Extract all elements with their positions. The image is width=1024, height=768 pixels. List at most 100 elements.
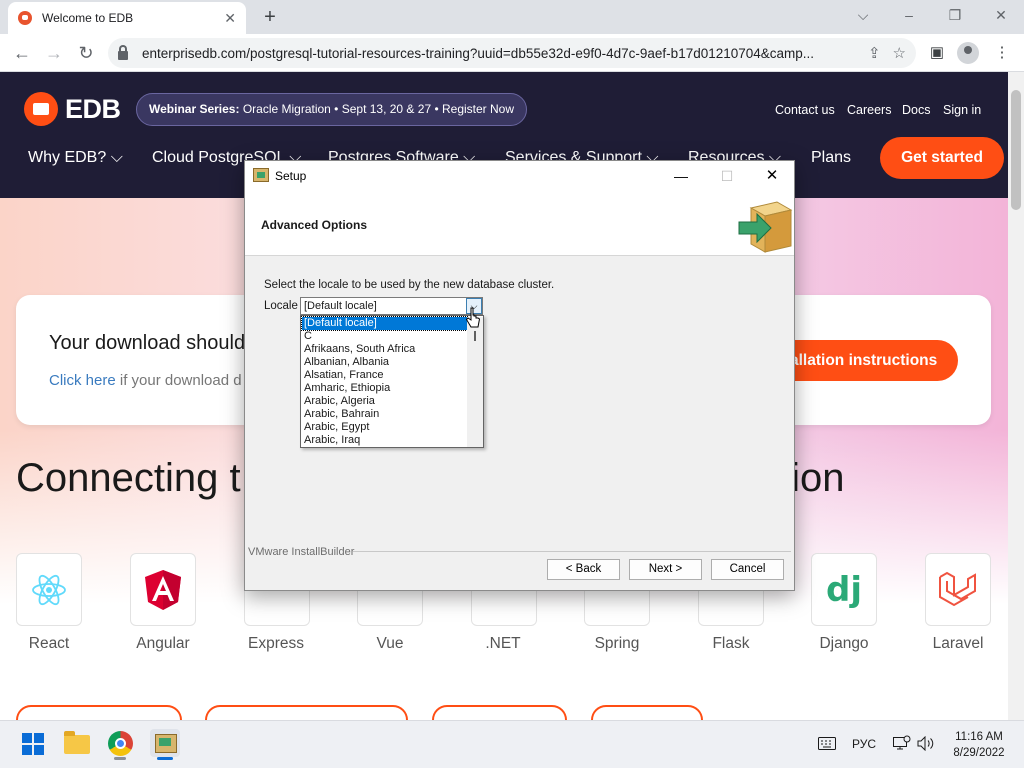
- locale-dropdown-list[interactable]: [Default locale] C Afrikaans, South Afri…: [300, 315, 484, 448]
- share-icon[interactable]: ⇪: [868, 44, 881, 62]
- window-restore-button[interactable]: ❐: [940, 4, 970, 26]
- get-started-button[interactable]: Get started: [880, 137, 1004, 179]
- list-scrollbar-thumb[interactable]: [474, 331, 476, 341]
- address-bar[interactable]: enterprisedb.com/postgresql-tutorial-res…: [108, 38, 916, 68]
- chrome-icon[interactable]: [108, 731, 133, 756]
- laravel-label: Laravel: [932, 635, 984, 652]
- list-scrollbar[interactable]: [467, 317, 483, 447]
- laravel-card[interactable]: [925, 553, 991, 626]
- spring-label: Spring: [594, 635, 640, 652]
- dialog-minimize-button[interactable]: —: [666, 165, 696, 187]
- locale-option[interactable]: Arabic, Iraq: [302, 434, 467, 447]
- dialog-close-button[interactable]: ✕: [757, 165, 787, 187]
- tab-close-icon[interactable]: ✕: [224, 10, 236, 27]
- sign-in-link[interactable]: Sign in: [943, 103, 981, 117]
- angular-icon: [145, 569, 181, 610]
- locale-option[interactable]: Arabic, Bahrain: [302, 408, 467, 421]
- profile-avatar[interactable]: [957, 42, 979, 64]
- angular-card[interactable]: [130, 553, 196, 626]
- click-here-link[interactable]: Click here: [49, 372, 116, 389]
- input-language[interactable]: РУС: [852, 737, 876, 751]
- section-heading: Connecting t: [16, 456, 241, 500]
- webinar-text: Oracle Migration • Sept 13, 20 & 27 • Re…: [239, 102, 515, 116]
- angular-label: Angular: [136, 635, 190, 652]
- page-scrollbar-thumb[interactable]: [1011, 90, 1021, 210]
- back-button[interactable]: < Back: [547, 559, 620, 580]
- network-icon[interactable]: [893, 735, 911, 751]
- edb-logo[interactable]: EDB: [24, 92, 121, 126]
- dialog-maximize-button[interactable]: ☐: [712, 165, 742, 187]
- volume-icon[interactable]: [917, 736, 935, 751]
- clock-date: 8/29/2022: [953, 747, 1005, 759]
- laravel-icon: [939, 571, 976, 606]
- locale-option[interactable]: Arabic, Algeria: [302, 395, 467, 408]
- react-label: React: [28, 635, 70, 652]
- mouse-cursor-icon: [465, 307, 481, 328]
- dialog-heading: Advanced Options: [261, 218, 368, 232]
- django-icon: dj: [826, 569, 862, 610]
- forward-icon[interactable]: →: [41, 41, 67, 65]
- lock-icon[interactable]: [118, 44, 128, 60]
- clock-time: 11:16 AM: [955, 731, 1003, 743]
- keyboard-icon[interactable]: [818, 737, 836, 750]
- nav-plans[interactable]: Plans: [811, 149, 851, 167]
- download-subtitle-text: if your download d: [115, 372, 242, 389]
- express-label: Express: [248, 635, 304, 652]
- careers-link[interactable]: Careers: [847, 103, 891, 117]
- tab-title: Welcome to EDB: [42, 11, 134, 25]
- flask-label: Flask: [712, 635, 750, 652]
- django-card[interactable]: dj: [811, 553, 877, 626]
- locale-option[interactable]: [Default locale]: [301, 316, 468, 331]
- react-card[interactable]: [16, 553, 82, 626]
- vue-label: Vue: [376, 635, 404, 652]
- nav-why-edb[interactable]: Why EDB? ⌵: [28, 149, 123, 167]
- cancel-button[interactable]: Cancel: [711, 559, 784, 580]
- url-text[interactable]: enterprisedb.com/postgresql-tutorial-res…: [142, 46, 856, 61]
- new-tab-button[interactable]: +: [258, 5, 282, 29]
- docs-link[interactable]: Docs: [902, 103, 930, 117]
- installbuilder-brand: VMware InstallBuilder: [248, 546, 355, 558]
- dialog-title: Setup: [275, 169, 307, 183]
- brand-divider: [353, 551, 791, 552]
- edb-logo-icon: [24, 92, 58, 126]
- webinar-banner[interactable]: Webinar Series: Oracle Migration • Sept …: [136, 93, 528, 126]
- window-close-button[interactable]: ✕: [986, 4, 1016, 26]
- react-icon: [32, 574, 66, 605]
- dialog-titlebar[interactable]: Setup — ☐ ✕: [245, 161, 794, 191]
- edb-favicon-icon: [18, 11, 32, 25]
- dialog-header: Advanced Options: [245, 191, 794, 256]
- django-label: Django: [819, 635, 869, 652]
- setup-active-indicator: [157, 757, 173, 760]
- back-icon[interactable]: ←: [9, 41, 35, 65]
- next-button[interactable]: Next >: [629, 559, 702, 580]
- locale-option[interactable]: Afrikaans, South Africa: [302, 343, 467, 356]
- locale-option[interactable]: Alsatian, France: [302, 369, 467, 382]
- file-explorer-icon[interactable]: [64, 731, 90, 754]
- tab-search-icon[interactable]: ⌵: [848, 4, 878, 26]
- installer-box-icon: [738, 201, 793, 253]
- locale-prompt: Select the locale to be used by the new …: [264, 279, 555, 291]
- setup-taskbar-icon[interactable]: [150, 729, 180, 757]
- webinar-label: Webinar Series:: [149, 102, 240, 116]
- setup-app-icon: [253, 168, 269, 182]
- edb-logo-text: EDB: [65, 93, 121, 124]
- setup-dialog: Setup — ☐ ✕ Advanced Options Select the …: [244, 160, 795, 591]
- locale-label: Locale: [264, 300, 298, 312]
- locale-option[interactable]: Albanian, Albania: [302, 356, 467, 369]
- windows-start-icon[interactable]: [22, 733, 44, 755]
- bookmark-star-icon[interactable]: ☆: [893, 44, 906, 62]
- browser-menu-icon[interactable]: ⋮: [990, 42, 1014, 64]
- contact-us-link[interactable]: Contact us: [775, 103, 835, 117]
- locale-combobox[interactable]: [Default locale]: [300, 297, 483, 315]
- window-minimize-button[interactable]: –: [894, 4, 924, 26]
- side-panel-icon[interactable]: ▣: [925, 42, 949, 64]
- locale-option[interactable]: C: [302, 330, 467, 343]
- reload-icon[interactable]: ↻: [73, 41, 99, 65]
- browser-tab[interactable]: Welcome to EDB ✕: [8, 2, 246, 34]
- download-title: Your download should: [49, 332, 246, 354]
- dotnet-label: .NET: [485, 635, 521, 652]
- download-subtitle: Click here if your download d: [49, 372, 242, 389]
- system-clock[interactable]: 11:16 AM 8/29/2022: [948, 729, 1010, 761]
- locale-option[interactable]: Amharic, Ethiopia: [302, 382, 467, 395]
- locale-option[interactable]: Arabic, Egypt: [302, 421, 467, 434]
